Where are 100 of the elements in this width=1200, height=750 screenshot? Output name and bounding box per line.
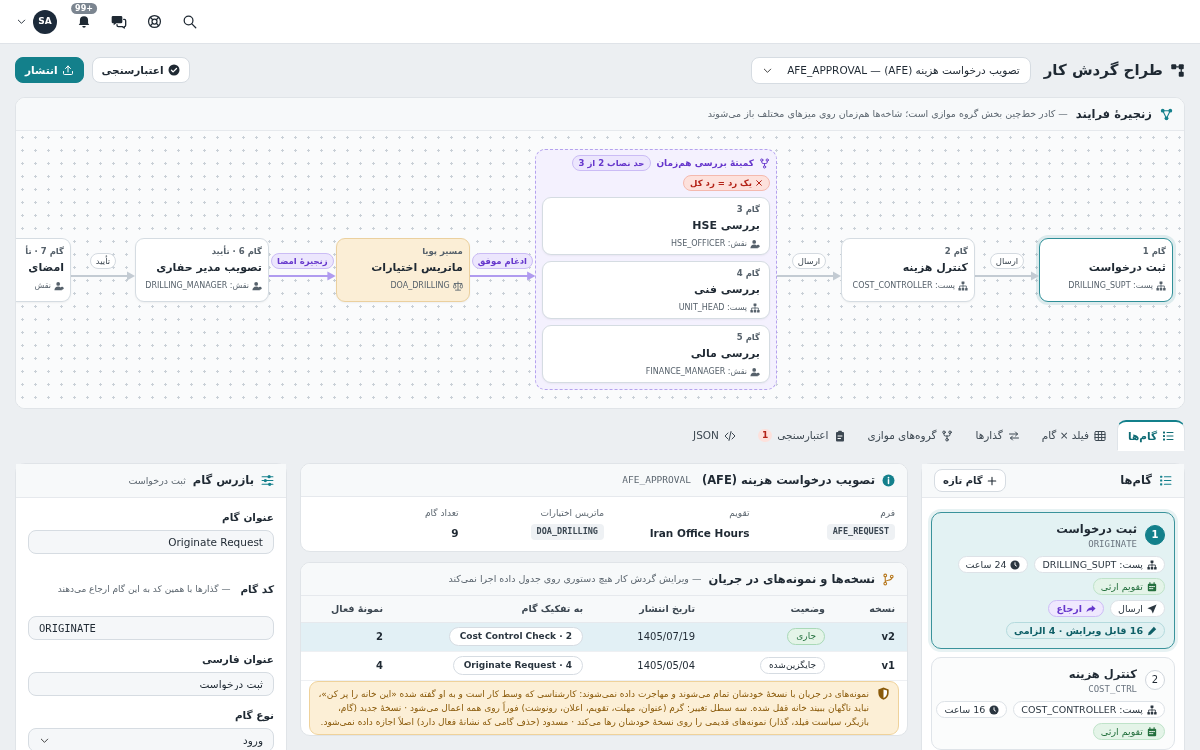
list-icon: [1162, 430, 1174, 442]
tab[interactable]: JSON: [682, 420, 747, 451]
add-step-button[interactable]: گام تازه: [934, 469, 1006, 492]
veto-text: یک رد = رد کل: [690, 177, 752, 189]
panel-subtitle: — کادر خط‌چین بخش گروه موازی است؛ شاخه‌ها هم‌زمان روی میزهای مختلف باز می‌شوند: [707, 107, 1068, 121]
field-label: تقویم: [728, 507, 750, 520]
quorum-label: حد نصاب 2 از 3: [571, 155, 652, 171]
step-node[interactable]: گام 1 ثبت درخواست پست: DRILLING_SUPT: [1039, 237, 1173, 302]
list-icon: [1159, 474, 1172, 487]
text-input[interactable]: Originate Request: [28, 530, 274, 554]
field-value: 9: [450, 526, 459, 541]
node-caption: گام 3: [735, 203, 760, 215]
tab[interactable]: گذارها: [964, 420, 1031, 451]
tag-text: پست: COST_CONTROLLER: [1021, 702, 1143, 717]
field-label: عنوان گام: [221, 510, 274, 524]
tag-text: 16 ساعت: [944, 702, 986, 717]
cross-icon: [755, 179, 763, 187]
person-icon: [252, 280, 262, 291]
person-icon: [54, 280, 64, 291]
paper-plane-icon: [1147, 603, 1157, 614]
workflow-select[interactable]: تصویب درخواست هزینه (AFE) — AFE_APPROVAL: [751, 56, 1031, 84]
table-cell: 1405/05/04: [595, 651, 707, 680]
table-cell: 4: [301, 651, 395, 680]
scales-icon: [452, 280, 463, 291]
person-icon: [750, 239, 760, 249]
connector-arrow: [71, 270, 135, 281]
org-chart-icon: [1156, 280, 1166, 291]
fork-icon: [759, 157, 770, 169]
node-title: امضای: [27, 259, 64, 276]
node-title: تصویب مدیر حفاری: [155, 259, 262, 276]
node-title: بررسی HSE: [691, 218, 760, 234]
clock-icon: [1010, 559, 1021, 570]
sliders-icon: [261, 474, 274, 487]
column-header: نسخه: [837, 596, 907, 622]
node-actor: نقش: FINANCE_MANAGER: [645, 366, 747, 378]
org-chart-icon: [750, 303, 760, 313]
step-breakdown: Cost Control Check · 2: [448, 627, 583, 646]
node-caption: گام 1: [1141, 244, 1166, 257]
node-actor: DOA_DRILLING: [390, 279, 450, 292]
node-caption: گام 2: [943, 244, 968, 257]
tag-text: تقویم ارثی: [1100, 724, 1143, 739]
node-caption: گام 5: [735, 331, 760, 343]
step-code: ORIGINATE: [1087, 538, 1137, 551]
bell-icon[interactable]: [77, 14, 91, 29]
field-value: AFE_REQUEST: [826, 524, 895, 540]
version-status: جاری: [787, 628, 825, 645]
org-chart-icon: [1147, 704, 1157, 715]
step-title: ثبت درخواست: [1056, 521, 1137, 537]
code-input[interactable]: ORIGINATE: [28, 616, 274, 640]
table-cell: 1405/07/19: [595, 622, 707, 651]
column-header: وضعیت: [707, 596, 837, 622]
node-actor: پست: DRILLING_SUPT: [1068, 279, 1153, 292]
node-title: بررسی مالی: [689, 346, 760, 362]
text-input[interactable]: ثبت درخواست: [28, 672, 274, 696]
shield-icon: [877, 686, 890, 700]
notice-text: نمونه‌های در جریان با نسخهٔ خودشان تمام می‌شوند و مهاجرت داده نمی‌شوند: کارشناسی که وسط کار است و به او گفته شده «این خانه را پر کن»، نباید ناگهان ببیند خانه قفل شده. سه سطل تغییر: گرم (عنوان، مهلت، تقویم، اعلان، رونوشت) فوراً روی همه اعمال می‌شود · نسخهٔ جدید (گام، بازیگر، سیاست فیلد، گذار) نمونه‌های قدیمی را روی نسخهٔ خودشان رها می‌کند · مسدود (حذف گامی که نشانهٔ فعال دارد) اصلاً اجازه داده نمی‌شود.: [318, 687, 869, 729]
step-code: COST_CTRL: [1087, 683, 1137, 696]
chat-icon[interactable]: [111, 13, 127, 30]
grid-icon: [1094, 429, 1107, 442]
tab[interactable]: فیلد × گام: [1030, 420, 1118, 451]
version-status: جایگزین‌شده: [759, 657, 825, 674]
step-node[interactable]: گام 4 بررسی فنی پست: UNIT_HEAD: [542, 261, 770, 319]
step-node[interactable]: گام 6 · تأیید تصویب مدیر حفاری نقش: DRILLING_MANAGER: [135, 237, 269, 302]
step-node[interactable]: گام 7 · تأ امضای نقش: [16, 237, 71, 302]
column-header: به تفکیک گام: [395, 596, 595, 622]
step-node[interactable]: گام 3 بررسی HSE نقش: HSE_OFFICER: [542, 197, 770, 255]
swap-arrows-icon: [1007, 429, 1020, 442]
user-avatar[interactable]: SA: [33, 9, 57, 34]
group-title: کمیتهٔ بررسی هم‌زمان: [656, 156, 754, 170]
panel-subtitle: ثبت درخواست: [128, 473, 186, 488]
connector-arrow: [269, 270, 336, 281]
tag-text: 16 قابل ویرایش · 4 الزامی: [1014, 623, 1143, 638]
field-label: کد گام: [240, 582, 274, 596]
edge-label: ارسال: [791, 252, 827, 269]
validate-button[interactable]: اعتبارسنجی: [91, 57, 190, 83]
caret-icon[interactable]: [16, 16, 27, 27]
publish-button[interactable]: انتشار: [15, 57, 84, 83]
workflow-code: AFE_APPROVAL: [622, 473, 691, 487]
connector-arrow: [777, 270, 841, 281]
type-select[interactable]: ورود: [28, 728, 274, 750]
card-title: تصویب درخواست هزینه (AFE): [701, 471, 875, 489]
tab[interactable]: گام‌ها: [1117, 420, 1185, 451]
step-node[interactable]: گام 5 بررسی مالی نقش: FINANCE_MANAGER: [542, 325, 770, 383]
tab[interactable]: گروه‌های موازی: [856, 420, 965, 451]
panel-title: زنجیرهٔ فرایند: [1075, 105, 1152, 123]
column-header: نمونهٔ فعال: [301, 596, 395, 622]
tag-text: ارجاع: [1056, 601, 1082, 616]
plus-icon: [986, 475, 997, 486]
upload-icon: [61, 64, 74, 76]
lifebuoy-icon[interactable]: [147, 14, 162, 29]
field-hint: — گذارها با همین کد به این گام ارجاع می‌دهند: [57, 582, 231, 596]
edge-label: ارسال: [989, 252, 1025, 269]
card-subtitle: — ویرایش گردش کار هیچ دستوری روی جدول داده اجرا نمی‌کند: [448, 572, 702, 586]
step-node[interactable]: گام 2 کنترل هزینه پست: COST_CONTROLLER: [841, 237, 975, 302]
card-title: نسخه‌ها و نمونه‌های در جریان: [708, 570, 875, 588]
node-actor: پست: COST_CONTROLLER: [852, 279, 955, 292]
page-title: طراح گردش کار: [1043, 61, 1163, 79]
search-icon[interactable]: [182, 14, 197, 29]
node-title: بررسی فنی: [693, 282, 760, 298]
step-breakdown: Originate Request · 4: [452, 656, 583, 675]
